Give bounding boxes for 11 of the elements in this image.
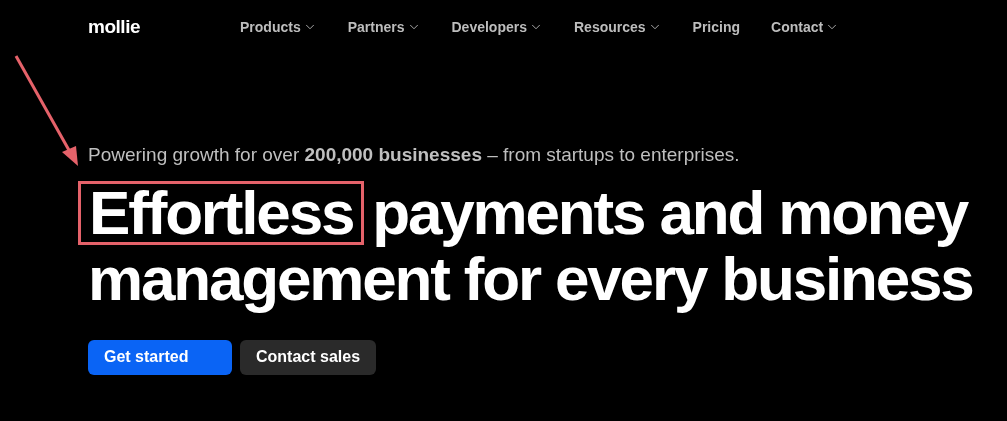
logo[interactable]: mollie	[88, 12, 240, 42]
get-started-button[interactable]: Get started	[88, 339, 232, 375]
headline: Effortless payments and money management for every business	[78, 179, 1007, 312]
nav-link[interactable]: Developers	[451, 16, 543, 38]
nav-link[interactable]: Resources	[574, 16, 662, 38]
nav-link[interactable]: Pricing	[692, 16, 741, 38]
nav-link[interactable]: Contact	[771, 16, 840, 38]
tagline: Powering growth for over 200,000 businesses – from startups to enterprises.	[88, 143, 741, 167]
contact-sales-button[interactable]: Contact sales	[240, 339, 377, 375]
nav-link[interactable]: Partners	[347, 16, 421, 38]
nav-link[interactable]: Products	[240, 16, 317, 38]
